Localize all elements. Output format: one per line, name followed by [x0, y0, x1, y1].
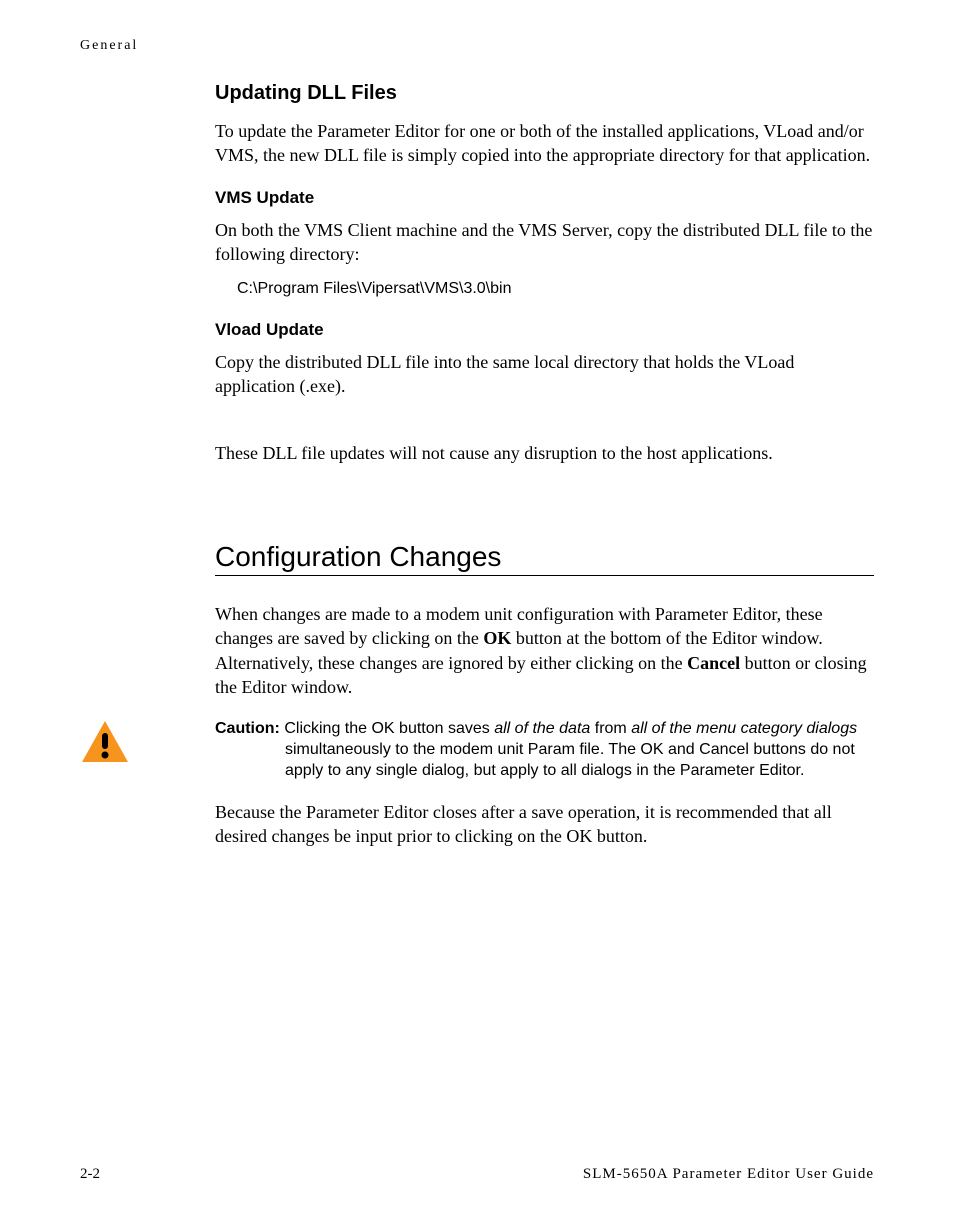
- page-number: 2-2: [80, 1166, 100, 1183]
- caution-line1-a: Clicking the OK button saves: [284, 720, 494, 737]
- config-closing: Because the Parameter Editor closes afte…: [215, 800, 874, 849]
- vload-update-title: Vload Update: [215, 320, 874, 340]
- page-header: General: [80, 38, 874, 54]
- caution-italic2: all of the menu category dialogs: [631, 720, 857, 737]
- cancel-bold: Cancel: [687, 653, 740, 673]
- page-footer: 2-2 SLM-5650A Parameter Editor User Guid…: [80, 1166, 874, 1183]
- caution-line1-c: simultaneously to the modem unit Param f…: [285, 741, 855, 779]
- vload-update-text: Copy the distributed DLL file into the s…: [215, 350, 874, 399]
- ok-bold: OK: [483, 628, 511, 648]
- section-rule: [215, 575, 874, 576]
- vms-path: C:\Program Files\Vipersat\VMS\3.0\bin: [237, 280, 874, 298]
- updating-dll-title: Updating DLL Files: [215, 82, 874, 105]
- config-changes-title: Configuration Changes: [215, 541, 874, 573]
- caution-icon: [80, 719, 130, 769]
- caution-italic1: all of the data: [494, 720, 590, 737]
- config-para1: When changes are made to a modem unit co…: [215, 602, 874, 699]
- caution-block: Caution: Clicking the OK button saves al…: [80, 719, 874, 781]
- caution-line1-b: from: [590, 720, 631, 737]
- vms-update-title: VMS Update: [215, 188, 874, 208]
- updating-dll-intro: To update the Parameter Editor for one o…: [215, 119, 874, 168]
- main-content: Updating DLL Files To update the Paramet…: [215, 82, 874, 848]
- doc-title: SLM-5650A Parameter Editor User Guide: [583, 1166, 874, 1183]
- caution-text: Caution: Clicking the OK button saves al…: [215, 719, 874, 781]
- vms-update-text: On both the VMS Client machine and the V…: [215, 218, 874, 267]
- dll-note: These DLL file updates will not cause an…: [215, 441, 874, 465]
- caution-label: Caution:: [215, 720, 280, 737]
